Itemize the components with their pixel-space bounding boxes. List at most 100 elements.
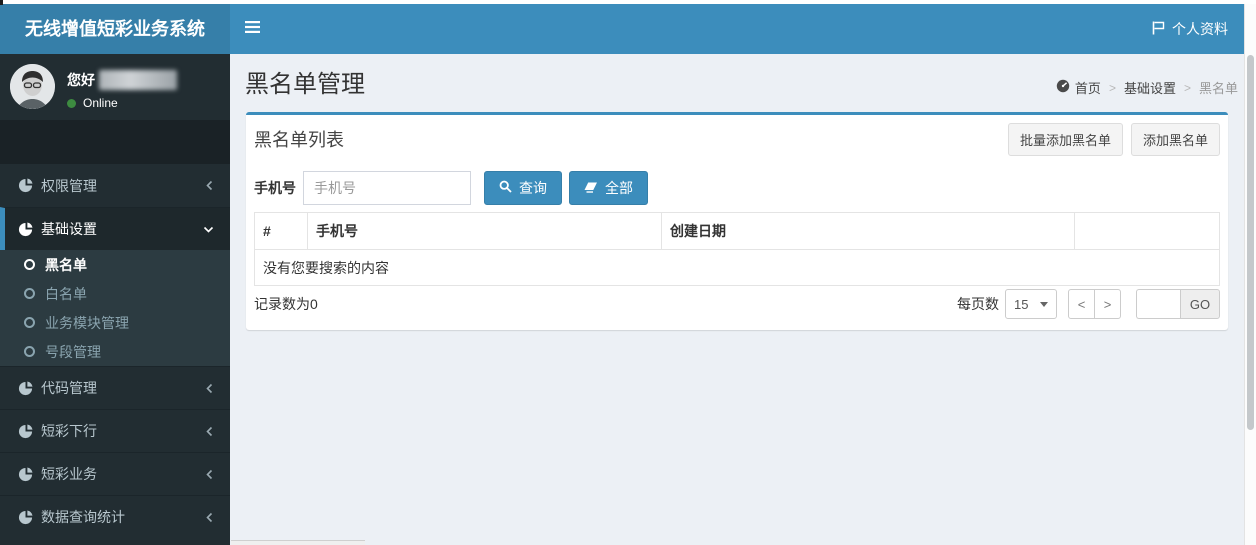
chevron-left-icon — [205, 469, 214, 480]
vertical-scrollbar-track[interactable] — [1244, 0, 1256, 545]
pie-chart-icon — [18, 466, 33, 482]
table-header-phone: 手机号 — [307, 212, 662, 250]
app-window: 无线增值短彩业务系统 个人资料 您好 Online 权限管理 基础设置 黑名单 … — [0, 4, 1244, 545]
caret-down-icon — [1040, 301, 1048, 307]
search-icon — [499, 180, 512, 196]
circle-icon — [24, 346, 35, 357]
submenu-item-label: 黑名单 — [45, 256, 87, 273]
breadcrumb-section-link[interactable]: 基础设置 — [1124, 78, 1176, 97]
prev-page-button[interactable]: < — [1068, 289, 1095, 319]
sidebar-item-label: 权限管理 — [41, 177, 97, 194]
sidebar-item-blacklist[interactable]: 黑名单 — [0, 250, 230, 279]
table-header-actions — [1074, 212, 1220, 250]
sidebar-item-permissions[interactable]: 权限管理 — [0, 164, 230, 207]
sidebar-menu: 权限管理 基础设置 黑名单 白名单 业务模块管理 号段管理 代码管理 短彩下行 … — [0, 164, 230, 538]
breadcrumb-current: 黑名单 — [1198, 81, 1238, 96]
table-header-row: # 手机号 创建日期 — [254, 212, 1220, 250]
sidebar-item-label: 数据查询统计 — [41, 509, 125, 525]
next-page-button[interactable]: > — [1094, 289, 1121, 319]
sidebar-item-label: 短彩下行 — [41, 423, 97, 439]
table-header-index: # — [254, 212, 308, 250]
online-status-label: Online — [83, 96, 118, 110]
sidebar-item-label: 基础设置 — [41, 221, 97, 237]
per-page-label: 每页数 — [957, 296, 999, 312]
app-logo[interactable]: 无线增值短彩业务系统 — [0, 4, 230, 54]
per-page-select[interactable]: 15 — [1005, 289, 1057, 319]
main-content: 黑名单管理 首页 > 基础设置 > 黑名单 黑名单列表 批量添加黑名单 添加黑名… — [230, 54, 1244, 545]
vertical-scrollbar-thumb[interactable] — [1247, 55, 1254, 430]
redacted-username — [99, 70, 177, 90]
breadcrumb-home-label: 首页 — [1074, 81, 1101, 96]
chevron-left-icon — [205, 512, 214, 523]
greeting-text: 您好 — [67, 72, 95, 88]
chevron-left-icon — [205, 383, 214, 394]
breadcrumb-separator: > — [1108, 80, 1116, 95]
circle-icon — [24, 317, 35, 328]
flag-icon — [1152, 21, 1165, 38]
phone-label: 手机号 — [254, 180, 296, 196]
sidebar-item-whitelist[interactable]: 白名单 — [0, 279, 230, 308]
page-nav-group: < > — [1068, 289, 1121, 319]
sidebar-toggle-button[interactable] — [230, 4, 274, 54]
sidebar-divider-strip — [0, 120, 230, 164]
submenu-item-label: 业务模块管理 — [45, 314, 129, 331]
blacklist-table: # 手机号 创建日期 没有您要搜索的内容 — [254, 212, 1220, 286]
phone-input[interactable] — [303, 171, 471, 205]
profile-link[interactable]: 个人资料 — [1142, 4, 1238, 54]
eraser-icon — [584, 180, 598, 196]
profile-label: 个人资料 — [1172, 21, 1228, 37]
top-navbar: 个人资料 — [230, 4, 1244, 54]
sidebar-item-sms-business[interactable]: 短彩业务 — [0, 452, 230, 495]
per-page-value: 15 — [1014, 296, 1029, 312]
pie-chart-icon — [18, 423, 33, 439]
dashboard-icon — [1056, 79, 1070, 96]
record-count-text: 记录数为0 — [254, 296, 318, 312]
all-button[interactable]: 全部 — [569, 171, 648, 205]
submenu-item-label: 白名单 — [45, 285, 87, 302]
pie-chart-icon — [18, 178, 33, 193]
sidebar-item-sms-downlink[interactable]: 短彩下行 — [0, 409, 230, 452]
chevron-down-icon — [203, 225, 214, 234]
box-title: 黑名单列表 — [254, 130, 344, 150]
breadcrumb-separator: > — [1183, 80, 1191, 95]
sidebar-item-code-management[interactable]: 代码管理 — [0, 366, 230, 409]
pie-chart-icon — [18, 221, 33, 237]
sidebar-item-data-query-stats[interactable]: 数据查询统计 — [0, 495, 230, 538]
search-row: 手机号 查询 全部 — [254, 171, 648, 205]
sidebar-submenu-basic-settings: 黑名单 白名单 业务模块管理 号段管理 — [0, 250, 230, 366]
pie-chart-icon — [18, 380, 33, 396]
table-header-created-date: 创建日期 — [661, 212, 1075, 250]
query-button-label: 查询 — [519, 180, 547, 196]
bottom-edge-fragment — [231, 540, 365, 545]
add-blacklist-button[interactable]: 添加黑名单 — [1130, 123, 1220, 156]
circle-icon — [24, 288, 35, 299]
breadcrumb-home-link[interactable]: 首页 — [1056, 78, 1101, 97]
all-button-label: 全部 — [605, 180, 633, 196]
online-status-dot — [67, 98, 76, 108]
sidebar-item-number-segment[interactable]: 号段管理 — [0, 337, 230, 366]
query-button[interactable]: 查询 — [484, 171, 562, 205]
hamburger-icon — [244, 20, 260, 38]
pie-chart-icon — [18, 509, 33, 525]
blacklist-box: 黑名单列表 批量添加黑名单 添加黑名单 手机号 查询 全 — [246, 112, 1228, 330]
submenu-item-label: 号段管理 — [45, 343, 101, 360]
chevron-left-icon — [205, 180, 214, 191]
sidebar-item-label: 代码管理 — [41, 380, 97, 396]
circle-icon — [24, 259, 35, 270]
goto-page-group: GO — [1136, 289, 1220, 319]
table-empty-message: 没有您要搜索的内容 — [254, 249, 1220, 286]
sidebar-item-basic-settings[interactable]: 基础设置 — [0, 207, 230, 250]
sidebar-item-label: 短彩业务 — [41, 466, 97, 482]
table-empty-row: 没有您要搜索的内容 — [254, 249, 1220, 286]
pagination: 每页数 15 < > GO — [957, 289, 1220, 319]
avatar — [10, 64, 55, 109]
breadcrumb: 首页 > 基础设置 > 黑名单 — [1056, 78, 1238, 97]
user-info: 您好 Online — [67, 64, 177, 110]
batch-add-blacklist-button[interactable]: 批量添加黑名单 — [1007, 123, 1123, 156]
user-panel: 您好 Online — [0, 54, 230, 120]
box-tools: 批量添加黑名单 添加黑名单 — [1007, 123, 1220, 156]
box-footer: 记录数为0 每页数 15 < > GO — [254, 289, 1220, 319]
go-button[interactable]: GO — [1180, 289, 1220, 319]
page-number-input[interactable] — [1136, 289, 1180, 319]
sidebar-item-business-module[interactable]: 业务模块管理 — [0, 308, 230, 337]
